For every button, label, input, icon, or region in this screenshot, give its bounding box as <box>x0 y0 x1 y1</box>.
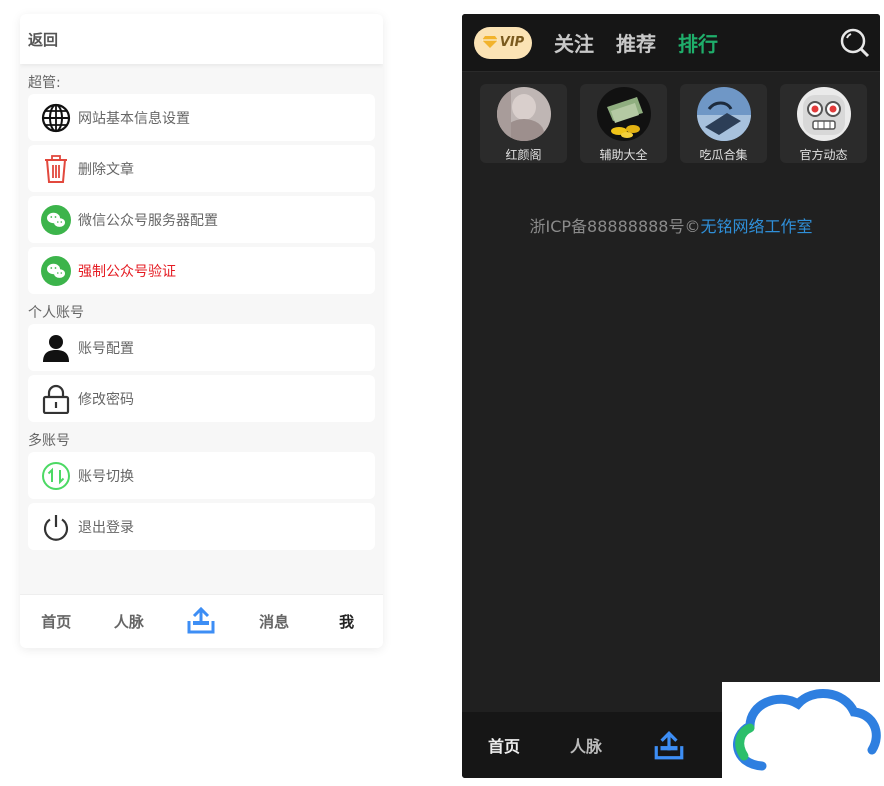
vip-label: VIP <box>499 35 525 50</box>
tab-home[interactable]: 首页 <box>488 733 520 757</box>
top-nav-bar: VIP 关注 推荐 排行 <box>462 14 880 72</box>
lock-icon <box>40 383 72 415</box>
switch-icon <box>40 460 72 492</box>
menu-item-label: 退出登录 <box>78 519 134 536</box>
card-chiguaheji[interactable]: 吃瓜合集 <box>680 84 767 163</box>
tab-me[interactable]: 我 <box>310 611 383 632</box>
menu-item-label: 账号切换 <box>78 468 134 485</box>
card-avatar <box>796 87 851 141</box>
settings-screen: 返回 超管: 网站基本信息设置 删除文章 微信公众号服务器配置 强制公众号验证 … <box>20 14 383 648</box>
menu-item-label: 强制公众号验证 <box>78 263 176 280</box>
icp-text: 浙ICP备88888888号© <box>529 217 701 236</box>
card-avatar <box>496 87 551 141</box>
tab-recommend[interactable]: 推荐 <box>616 28 656 57</box>
card-avatar <box>696 87 751 141</box>
delete-articles-item[interactable]: 删除文章 <box>28 145 375 192</box>
card-label: 红颜阁 <box>505 148 542 162</box>
logout-item[interactable]: 退出登录 <box>28 503 375 550</box>
upload-icon[interactable] <box>652 728 686 762</box>
tab-home[interactable]: 首页 <box>20 611 93 632</box>
card-avatar <box>596 87 651 141</box>
ranking-screen: VIP 关注 推荐 排行 红颜阁 辅助大全 吃瓜合集 官方动态 浙ICP备888… <box>462 14 880 778</box>
section-title-multi: 多账号 <box>28 433 70 449</box>
wechat-server-config-item[interactable]: 微信公众号服务器配置 <box>28 196 375 243</box>
card-label: 官方动态 <box>799 148 848 162</box>
menu-item-label: 删除文章 <box>78 161 134 178</box>
user-icon <box>40 332 72 364</box>
wechat-icon <box>40 204 72 236</box>
tab-ranking[interactable]: 排行 <box>678 28 718 57</box>
tab-upload[interactable] <box>165 604 238 640</box>
change-password-item[interactable]: 修改密码 <box>28 375 375 422</box>
switch-account-item[interactable]: 账号切换 <box>28 452 375 499</box>
menu-item-label: 微信公众号服务器配置 <box>78 212 218 229</box>
tab-contacts[interactable]: 人脉 <box>570 733 602 757</box>
section-title-admin: 超管: <box>28 75 61 91</box>
tab-follow[interactable]: 关注 <box>554 28 594 57</box>
icp-footer: 浙ICP备88888888号©无铭网络工作室 <box>462 213 880 237</box>
menu-item-label: 修改密码 <box>78 391 134 408</box>
force-wechat-verify-item[interactable]: 强制公众号验证 <box>28 247 375 294</box>
card-label: 辅助大全 <box>599 148 648 162</box>
card-label: 吃瓜合集 <box>699 148 748 162</box>
category-cards: 红颜阁 辅助大全 吃瓜合集 官方动态 <box>462 72 880 163</box>
section-title-personal: 个人账号 <box>28 305 84 321</box>
card-fuzhudaquan[interactable]: 辅助大全 <box>580 84 667 163</box>
tab-contacts[interactable]: 人脉 <box>93 611 166 632</box>
watermark-logo <box>722 682 884 782</box>
vip-button[interactable]: VIP <box>474 26 532 59</box>
studio-link[interactable]: 无铭网络工作室 <box>700 217 812 236</box>
menu-item-label: 账号配置 <box>78 340 134 357</box>
card-guanfangdongtai[interactable]: 官方动态 <box>780 84 867 163</box>
diamond-icon <box>481 33 498 52</box>
card-hongyange[interactable]: 红颜阁 <box>480 84 567 163</box>
tab-messages[interactable]: 消息 <box>238 611 311 632</box>
power-icon <box>40 511 72 543</box>
back-button[interactable]: 返回 <box>20 14 383 64</box>
account-config-item[interactable]: 账号配置 <box>28 324 375 371</box>
search-icon[interactable] <box>840 28 870 58</box>
wechat-icon <box>40 255 72 287</box>
globe-icon <box>40 102 72 134</box>
site-settings-item[interactable]: 网站基本信息设置 <box>28 94 375 141</box>
trash-icon <box>40 153 72 185</box>
upload-icon <box>185 606 217 640</box>
bottom-tab-bar: 首页 人脉 消息 我 <box>20 594 383 648</box>
menu-item-label: 网站基本信息设置 <box>78 110 190 127</box>
